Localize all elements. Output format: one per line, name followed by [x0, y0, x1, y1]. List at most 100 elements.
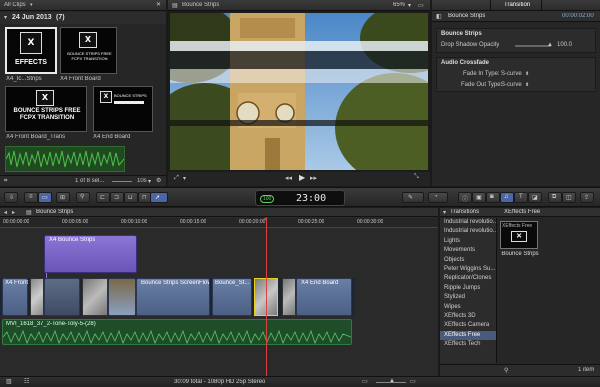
dropdown-arrow-icon[interactable]: ▾: [183, 175, 186, 182]
category-item[interactable]: Replicator/Clones: [440, 274, 496, 283]
previous-frame-icon[interactable]: ◂◂: [285, 174, 292, 182]
inspector: Transition ◧ Bounce Strips 00:00:02:00 B…: [432, 0, 600, 186]
drop-shadow-value[interactable]: 100.0: [557, 41, 572, 50]
transition-block[interactable]: [30, 278, 44, 316]
category-item[interactable]: XEffects Tech: [440, 340, 496, 349]
viewer-zoom[interactable]: 65%: [393, 2, 405, 8]
clip-name: X4 End Board: [301, 280, 339, 286]
dropdown-arrow-icon[interactable]: ⬍: [525, 82, 529, 88]
gear-icon[interactable]: ⚙: [156, 177, 161, 184]
filmstrip-view-button[interactable]: ▭: [38, 192, 52, 203]
timeline-ruler[interactable]: 00:00:00:00 00:00:05:00 00:00:10:00 00:0…: [0, 218, 438, 228]
category-item[interactable]: XEffects Camera: [440, 321, 496, 330]
ruler-label: 00:00:20:00: [239, 219, 266, 225]
play-icon[interactable]: ▶: [299, 173, 305, 182]
category-item[interactable]: Lights: [440, 237, 496, 246]
zoom-slider-track[interactable]: [112, 181, 132, 182]
video-clip[interactable]: X4 Front: [2, 278, 28, 316]
category-item[interactable]: Movements: [440, 246, 496, 255]
video-frame[interactable]: [170, 13, 428, 170]
category-list: Industrial revolutio... Industrial revol…: [440, 218, 497, 363]
fade-out-select[interactable]: S-curve: [501, 81, 522, 90]
dropdown-arrow-icon[interactable]: ▾: [148, 178, 151, 185]
music-browser-button[interactable]: ♫: [500, 192, 514, 203]
inspector-button[interactable]: ⓘ: [458, 192, 472, 203]
end-board-bar: [114, 101, 144, 104]
library-dropdown[interactable]: All Clips: [4, 2, 26, 8]
disclosure-triangle-icon[interactable]: ▾: [4, 14, 7, 21]
clip-thumbnail[interactable]: X BOUNCE STRIPS FREE FCPX TRANSITION: [5, 86, 87, 132]
transition-icon: ◧: [436, 14, 442, 20]
close-icon[interactable]: ✕: [156, 1, 161, 8]
import-button[interactable]: ⇩: [4, 192, 18, 203]
enhancements-button[interactable]: ✎: [402, 192, 424, 203]
connected-title-clip[interactable]: X4 Bounce Strips: [44, 235, 137, 273]
category-item[interactable]: Peter Wiggins Su...: [440, 265, 496, 274]
slider-knob[interactable]: ▲: [547, 42, 553, 48]
clip-appearance-icon[interactable]: ▭: [362, 378, 368, 385]
share-button[interactable]: ⇪: [580, 192, 594, 203]
append-icon: ⊔: [128, 195, 133, 201]
list-view-icon[interactable]: ☷: [24, 378, 29, 385]
keyword-button[interactable]: ≡: [24, 192, 38, 203]
zoom-in-icon[interactable]: ▭: [410, 378, 416, 385]
category-item[interactable]: Industrial revolutio...: [440, 227, 496, 236]
insert-button[interactable]: ⊐: [110, 192, 124, 203]
keyword-icon[interactable]: ⌗: [4, 178, 7, 185]
audio-clip[interactable]: MVI_1618_37_2-Tone-Toly-5-(28): [2, 319, 352, 345]
titles-browser-button[interactable]: T: [514, 192, 528, 203]
connect-button[interactable]: ⊏: [96, 192, 110, 203]
forward-arrow-icon[interactable]: ▸: [12, 209, 15, 216]
clip-thumbnail[interactable]: X EFFECTS: [5, 27, 57, 74]
next-frame-icon[interactable]: ▸▸: [310, 174, 317, 182]
generators-browser-button[interactable]: ◪: [528, 192, 542, 203]
analysis-button[interactable]: ⊞: [56, 192, 70, 203]
video-clip[interactable]: X4 End Board: [296, 278, 352, 316]
search-icon[interactable]: ⚲: [504, 367, 508, 374]
category-item[interactable]: Ripple Jumps: [440, 284, 496, 293]
video-clip[interactable]: Bounce Strips ScreenFlow: [136, 278, 210, 316]
view-options-icon[interactable]: ▭: [418, 2, 424, 9]
back-arrow-icon[interactable]: ◂: [4, 209, 7, 216]
transitions-browser-button[interactable]: ⧉: [548, 192, 562, 203]
themes-browser-button[interactable]: ◫: [562, 192, 576, 203]
category-item[interactable]: XEffects 3D: [440, 312, 496, 321]
audio-meter-icon[interactable]: ▥: [6, 378, 12, 385]
dropdown-arrow-icon[interactable]: ⬍: [525, 71, 529, 77]
disclosure-triangle-icon[interactable]: ▾: [443, 209, 446, 216]
fullscreen-icon[interactable]: ⤡: [414, 174, 419, 181]
clip-thumbnail[interactable]: X BOUNCE STRIPS FREE FCPX TRANSITION: [60, 27, 117, 74]
video-clip[interactable]: [44, 278, 80, 316]
zoom-button[interactable]: ⚲: [76, 192, 90, 203]
dropdown-arrow-icon[interactable]: ▾: [30, 2, 33, 8]
append-button[interactable]: ⊔: [124, 192, 138, 203]
video-clip[interactable]: Bounce_St...: [212, 278, 252, 316]
clip-thumbnail[interactable]: X BOUNCE STRIPS: [93, 86, 153, 132]
video-clip[interactable]: [108, 278, 136, 316]
selection-status: 1 of 8 sel...: [75, 178, 105, 184]
fit-icon[interactable]: ⤢: [174, 175, 179, 182]
drop-shadow-slider[interactable]: [515, 45, 551, 47]
category-item[interactable]: Objects: [440, 256, 496, 265]
transition-block[interactable]: [82, 278, 108, 316]
category-item[interactable]: Stylized: [440, 293, 496, 302]
clip-label: X4 Front Board_Trans: [6, 134, 66, 140]
slider-knob[interactable]: ▲: [389, 378, 395, 384]
retime-button[interactable]: ◔: [428, 192, 448, 203]
effects-browser-button[interactable]: ▣: [472, 192, 486, 203]
select-tool-button[interactable]: ➚: [150, 192, 168, 203]
audio-clip-thumbnail[interactable]: [5, 146, 125, 172]
playhead-marker-icon[interactable]: ▼: [263, 217, 269, 223]
category-item[interactable]: Wipes: [440, 303, 496, 312]
timecode-display[interactable]: 100 23:00: [255, 190, 345, 206]
event-row[interactable]: ▾ 24 Jun 2013 (7): [0, 12, 166, 24]
playhead[interactable]: [266, 218, 267, 376]
category-item[interactable]: Industrial revolutio...: [440, 218, 496, 227]
transition-block[interactable]: [282, 278, 296, 316]
category-item-selected[interactable]: XEffects Free: [440, 330, 496, 341]
xeffects-logo: X: [100, 91, 112, 103]
transition-thumbnail[interactable]: XEffects Free ✕: [500, 221, 538, 249]
fade-in-select[interactable]: S-curve: [501, 70, 522, 79]
photo-browser-button[interactable]: ◙: [486, 192, 500, 203]
dropdown-arrow-icon[interactable]: ▾: [408, 2, 411, 9]
